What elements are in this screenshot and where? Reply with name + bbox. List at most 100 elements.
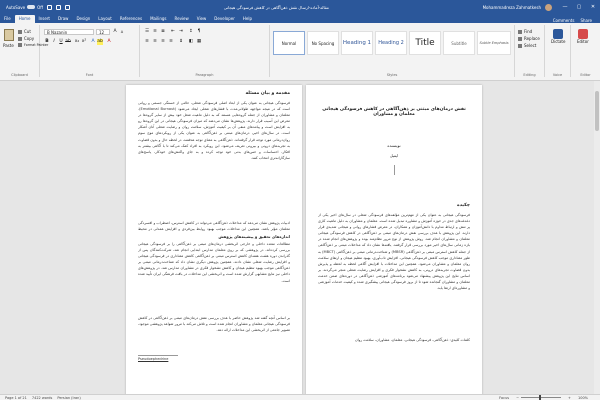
bold-icon[interactable]: B xyxy=(44,39,50,45)
editor-button[interactable]: Editor xyxy=(577,29,589,44)
sort-icon[interactable]: ↕ xyxy=(188,29,194,35)
vertical-scrollbar[interactable] xyxy=(594,81,600,394)
style-subtitle[interactable]: Subtitle xyxy=(443,31,475,55)
copy-button[interactable]: Copy xyxy=(18,36,34,41)
align-center-icon[interactable]: ≡ xyxy=(152,39,158,45)
tab-design[interactable]: Design xyxy=(72,15,94,23)
strikethrough-icon[interactable]: ab xyxy=(65,39,71,45)
tab-layout[interactable]: Layout xyxy=(94,15,116,23)
autosave-toggle[interactable]: AutoSave Off xyxy=(6,5,43,10)
copy-icon xyxy=(18,36,22,41)
paste-button[interactable]: Paste xyxy=(3,43,14,48)
paste-icon[interactable] xyxy=(4,29,14,41)
increase-indent-icon[interactable]: ⇥ xyxy=(178,29,184,35)
font-color-icon[interactable]: A xyxy=(106,39,112,45)
user-name[interactable]: Mohammadreza Zahmatkesh xyxy=(483,5,541,10)
align-left-icon[interactable]: ≡ xyxy=(144,39,150,45)
autosave-state: Off xyxy=(37,4,44,10)
bullets-icon[interactable]: ☰ xyxy=(144,29,150,35)
abstract-paragraph: فرسودگی هیجانی به عنوان یکی از مهم‌ترین … xyxy=(318,213,470,291)
literature-paragraph: مطالعات متعدد داخلی و خارجی اثربخشی درما… xyxy=(138,242,290,283)
tab-draw[interactable]: Draw xyxy=(54,15,72,23)
justify-icon[interactable]: ≡ xyxy=(168,39,174,45)
intro-paragraph-2: ادبیات پژوهش نشان می‌دهد که مداخلات ذهن‌… xyxy=(138,221,290,232)
underline-icon[interactable]: U xyxy=(58,39,64,45)
toggle-icon[interactable] xyxy=(27,5,36,9)
undo-icon[interactable] xyxy=(56,4,62,10)
paragraph-group: ☰ ≡ ≣ ⇤ ⇥ ↕ ¶ ≡ ≡ ≡ ≡ ↨ ◧ ▦ Paragraph xyxy=(140,25,270,77)
zoom-slider-handle[interactable] xyxy=(539,395,542,400)
page-count[interactable]: Page 1 of 21 xyxy=(5,396,27,400)
language-indicator[interactable]: Persian (Iran) xyxy=(57,396,80,400)
page-left[interactable]: مقدمه و بیان مسئله فرسودگی هیجانی به عنو… xyxy=(126,85,302,394)
zoom-level[interactable]: 100% xyxy=(578,396,588,400)
brush-icon xyxy=(18,43,22,47)
align-right-icon[interactable]: ≡ xyxy=(160,39,166,45)
select-button[interactable]: Select xyxy=(518,43,536,48)
word-count[interactable]: 7422 words xyxy=(32,396,52,400)
cut-button[interactable]: Cut xyxy=(18,29,31,34)
tab-review[interactable]: Review xyxy=(171,15,193,23)
tab-home[interactable]: Home xyxy=(14,15,35,23)
minimize-button[interactable]: — xyxy=(558,4,572,10)
microphone-icon xyxy=(553,29,564,39)
editing-label: Editing xyxy=(523,73,536,77)
shading-icon[interactable]: ◧ xyxy=(188,39,194,45)
tab-view[interactable]: View xyxy=(193,15,211,23)
save-icon[interactable] xyxy=(47,4,53,10)
tab-mailings[interactable]: Mailings xyxy=(146,15,170,23)
text-effects-icon[interactable]: A xyxy=(90,39,96,45)
font-label: Font xyxy=(85,73,94,77)
style-heading-2[interactable]: Heading 2 xyxy=(375,31,407,55)
decrease-indent-icon[interactable]: ⇤ xyxy=(170,29,176,35)
zoom-in-icon[interactable]: + xyxy=(568,396,571,400)
document-area[interactable]: مقدمه و بیان مسئله فرسودگی هیجانی به عنو… xyxy=(0,81,600,394)
font-family-select[interactable]: B Nazanin xyxy=(44,29,94,35)
editing-group: Find Replace Select Editing xyxy=(515,25,545,77)
ribbon: Paste Cut Copy Format Painter Clipboard … xyxy=(0,23,600,81)
dictate-button[interactable]: Dictate xyxy=(551,29,565,44)
paper-title: نقش درمان‌های مبتنی بر ذهن‌آگاهی در کاهش… xyxy=(322,107,466,117)
font-size-select[interactable]: 12 xyxy=(96,29,110,35)
close-button[interactable]: ✕ xyxy=(586,4,600,10)
voice-group: Dictate Voice xyxy=(545,25,571,77)
find-button[interactable]: Find xyxy=(518,29,532,34)
focus-button[interactable]: Focus xyxy=(499,396,509,400)
voice-label: Voice xyxy=(552,73,563,77)
avatar[interactable] xyxy=(545,3,552,11)
subscript-icon[interactable]: x₂ xyxy=(74,39,80,45)
style-no-spacing[interactable]: No Spacing xyxy=(307,31,339,55)
style-heading-1[interactable]: Heading 1 xyxy=(341,31,373,55)
cut-label: Cut xyxy=(24,29,31,34)
italic-icon[interactable]: I xyxy=(51,39,57,45)
zoom-slider[interactable] xyxy=(521,395,562,400)
tab-developer[interactable]: Developer xyxy=(210,15,239,23)
maximize-button[interactable]: ▢ xyxy=(572,4,586,10)
style-subtle-emphasis[interactable]: Subtle Emphasis xyxy=(477,31,511,55)
numbering-icon[interactable]: ≡ xyxy=(152,29,158,35)
select-label: Select xyxy=(524,43,537,48)
replace-button[interactable]: Replace xyxy=(518,36,540,41)
grow-font-icon[interactable]: A xyxy=(112,29,118,35)
clipboard-label: Clipboard xyxy=(11,73,28,77)
highlight-icon[interactable]: ab xyxy=(97,39,103,45)
multilevel-list-icon[interactable]: ≣ xyxy=(160,29,166,35)
page-right[interactable]: نقش درمان‌های مبتنی بر ذهن‌آگاهی در کاهش… xyxy=(306,85,482,394)
style-title[interactable]: Title xyxy=(409,31,441,55)
style-normal[interactable]: Normal xyxy=(273,31,305,55)
tab-help[interactable]: Help xyxy=(239,15,256,23)
scrollbar-thumb[interactable] xyxy=(595,91,599,131)
shrink-font-icon[interactable]: A xyxy=(119,29,125,35)
document-title: مقاله-آماده-ارسال نقش ذهن‌آگاهی در کاهش … xyxy=(223,4,329,10)
zoom-out-icon[interactable]: − xyxy=(516,396,519,400)
tab-insert[interactable]: Insert xyxy=(35,15,54,23)
borders-icon[interactable]: ▦ xyxy=(196,39,202,45)
search-icon xyxy=(518,29,522,34)
superscript-icon[interactable]: x² xyxy=(81,39,87,45)
line-spacing-icon[interactable]: ↨ xyxy=(178,39,184,45)
show-marks-icon[interactable]: ¶ xyxy=(196,29,202,35)
intro-paragraph: فرسودگی هیجانی به عنوان یکی از ابعاد اصل… xyxy=(138,101,290,160)
tab-references[interactable]: References xyxy=(116,15,146,23)
purpose-paragraph: بر اساس آنچه گفته شد پژوهش حاضر با هدف ب… xyxy=(138,316,290,333)
tab-file[interactable]: File xyxy=(0,15,15,23)
